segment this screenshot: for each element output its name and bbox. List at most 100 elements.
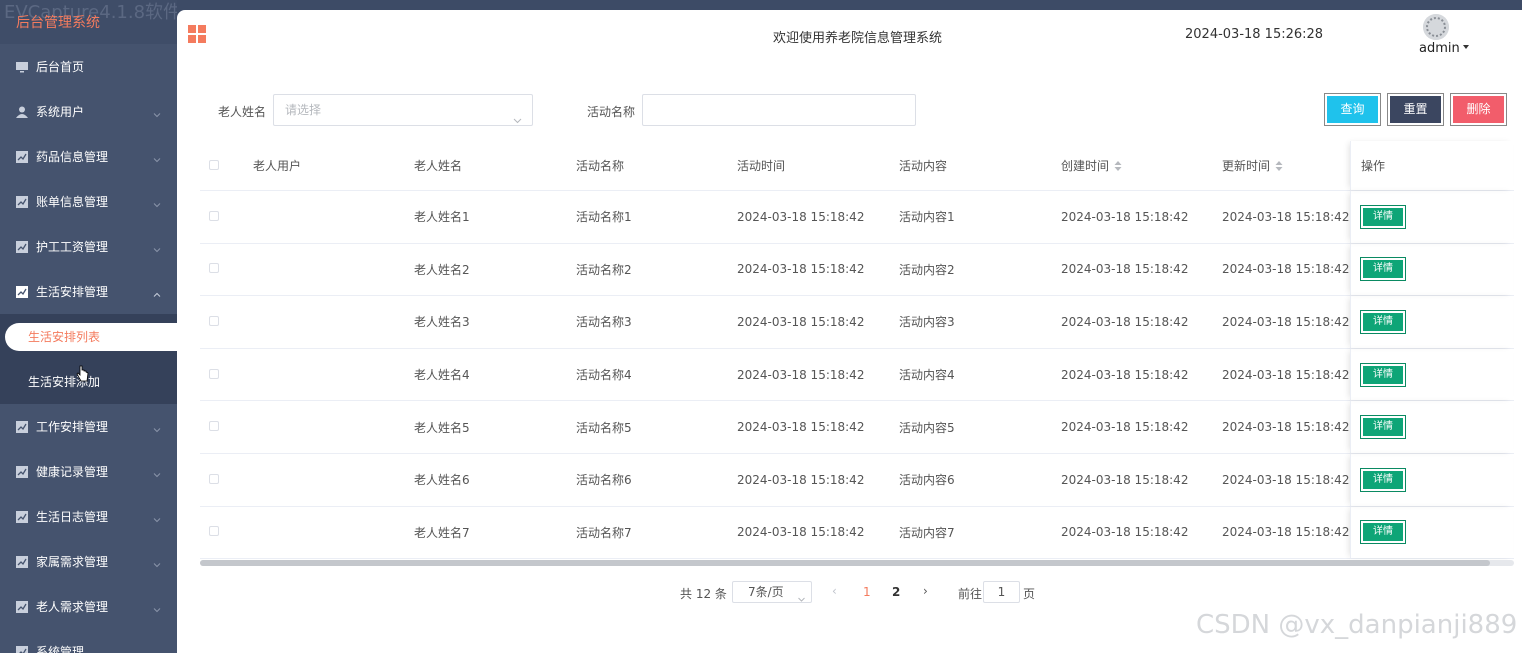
cell-activity-time: 2024-03-18 15:18:42 [737, 420, 865, 435]
header-label: 创建时间 [1061, 159, 1110, 173]
elder-name-select[interactable]: 请选择 [273, 94, 533, 126]
detail-button[interactable]: 详情 [1361, 310, 1405, 333]
detail-button[interactable]: 详情 [1361, 363, 1405, 386]
cell-created-time: 2024-03-18 15:18:42 [1061, 314, 1189, 329]
sidebar-item-family-needs[interactable]: 家属需求管理 [0, 539, 177, 584]
goto-page-input[interactable]: 1 [983, 581, 1020, 603]
cell-activity-content: 活动内容2 [899, 262, 955, 277]
detail-button[interactable]: 详情 [1361, 468, 1405, 491]
sidebar-item-elder-needs[interactable]: 老人需求管理 [0, 584, 177, 629]
cell-operations: 详情 [1350, 191, 1513, 243]
table-row: 老人姓名5 活动名称5 2024-03-18 15:18:42 活动内容5 2024-0… [200, 401, 1514, 454]
page-2-button[interactable]: 2 [892, 585, 900, 599]
chart-icon [16, 600, 28, 613]
cell-activity-time: 2024-03-18 15:18:42 [737, 209, 865, 224]
sidebar-item-life-arrangement[interactable]: 生活安排管理 [0, 269, 177, 314]
cell-updated-time: 2024-03-18 15:18:42 [1222, 367, 1350, 382]
cell-updated-time: 2024-03-18 15:18:42 [1222, 420, 1350, 435]
chevron-down-icon [153, 153, 161, 162]
row-checkbox[interactable] [200, 473, 253, 487]
cell-elder-name: 老人姓名1 [414, 210, 470, 225]
prev-page-button[interactable]: ‹ [832, 584, 837, 598]
sort-icon [1114, 161, 1122, 171]
chevron-down-icon [153, 468, 161, 477]
cell-created-time: 2024-03-18 15:18:42 [1061, 262, 1189, 277]
elder-name-label: 老人姓名 [218, 105, 267, 119]
row-checkbox[interactable] [200, 315, 253, 329]
detail-button[interactable]: 详情 [1361, 258, 1405, 281]
main-panel: 欢迎使用养老院信息管理系统 2024-03-18 15:26:28 admin … [177, 10, 1522, 653]
activity-name-input[interactable] [642, 94, 916, 126]
detail-button[interactable]: 详情 [1361, 205, 1405, 228]
header-activity-time: 活动时间 [737, 159, 786, 173]
cell-updated-time: 2024-03-18 15:18:42 [1222, 262, 1350, 277]
header-label: 操作 [1361, 159, 1386, 173]
sidebar-item-work-arrangement[interactable]: 工作安排管理 [0, 404, 177, 449]
cell-created-time: 2024-03-18 15:18:42 [1061, 367, 1189, 382]
header-updated-time[interactable]: 更新时间 [1222, 157, 1350, 174]
next-page-button[interactable]: › [923, 584, 928, 598]
sidebar-item-system-users[interactable]: 系统用户 [0, 89, 177, 134]
page-size-select[interactable]: 7条/页 [732, 581, 812, 603]
cell-activity-content: 活动内容1 [899, 210, 955, 225]
sidebar-item-life-logs[interactable]: 生活日志管理 [0, 494, 177, 539]
row-checkbox[interactable] [200, 368, 253, 382]
cell-activity-name: 活动名称6 [576, 473, 632, 488]
sidebar-item-health-records[interactable]: 健康记录管理 [0, 449, 177, 494]
user-menu[interactable]: admin [1419, 41, 1469, 56]
chevron-down-icon [153, 423, 161, 432]
detail-button[interactable]: 详情 [1361, 521, 1405, 544]
cell-operations: 详情 [1350, 296, 1513, 348]
search-bar: 老人姓名 请选择 活动名称 查询 重置 删除 [177, 94, 1522, 126]
sidebar-item-medicine[interactable]: 药品信息管理 [0, 134, 177, 179]
cell-activity-name: 活动名称3 [576, 315, 632, 330]
submenu-item-list[interactable]: 生活安排列表 [5, 322, 177, 351]
cell-activity-name: 活动名称4 [576, 368, 632, 383]
cell-activity-name: 活动名称5 [576, 420, 632, 435]
sidebar-item-wages[interactable]: 护工工资管理 [0, 224, 177, 269]
header-created-time[interactable]: 创建时间 [1061, 157, 1222, 174]
chevron-down-icon [513, 106, 522, 124]
reset-button[interactable]: 重置 [1388, 94, 1443, 125]
sidebar-item-bills[interactable]: 账单信息管理 [0, 179, 177, 224]
chevron-down-icon [153, 108, 161, 117]
detail-button[interactable]: 详情 [1361, 416, 1405, 439]
cell-activity-time: 2024-03-18 15:18:42 [737, 525, 865, 540]
header-operations: 操作 [1350, 141, 1513, 190]
cell-elder-name: 老人姓名4 [414, 368, 470, 383]
row-checkbox[interactable] [200, 210, 253, 224]
sidebar-item-home[interactable]: 后台首页 [0, 44, 177, 89]
cell-activity-content: 活动内容5 [899, 420, 955, 435]
sidebar-item-label: 药品信息管理 [36, 150, 109, 164]
goto-label: 前往 [958, 587, 983, 601]
select-all-checkbox[interactable] [200, 159, 253, 173]
query-button[interactable]: 查询 [1325, 94, 1380, 125]
table-body: 老人姓名1 活动名称1 2024-03-18 15:18:42 活动内容1 2024-0… [200, 191, 1514, 560]
table-row: 老人姓名4 活动名称4 2024-03-18 15:18:42 活动内容4 2024-0… [200, 348, 1514, 402]
delete-button[interactable]: 删除 [1451, 94, 1506, 125]
scrollbar-thumb[interactable] [200, 560, 1490, 566]
cell-activity-content: 活动内容4 [899, 368, 955, 383]
table-row: 老人姓名7 活动名称7 2024-03-18 15:18:42 活动内容7 2024-0… [200, 506, 1514, 560]
submenu-item-add[interactable]: 生活安排添加 [0, 359, 177, 404]
chevron-down-icon [153, 558, 161, 567]
cell-activity-content: 活动内容3 [899, 315, 955, 330]
row-checkbox[interactable] [200, 262, 253, 276]
cell-activity-name: 活动名称7 [576, 525, 632, 540]
select-placeholder: 请选择 [285, 103, 322, 117]
cell-elder-name: 老人姓名5 [414, 420, 470, 435]
cell-activity-time: 2024-03-18 15:18:42 [737, 262, 865, 277]
horizontal-scrollbar[interactable] [200, 560, 1514, 566]
avatar[interactable] [1423, 14, 1449, 40]
table-row: 老人姓名2 活动名称2 2024-03-18 15:18:42 活动内容2 2024-0… [200, 243, 1514, 297]
row-checkbox[interactable] [200, 525, 253, 539]
cell-operations: 详情 [1350, 506, 1513, 559]
page-unit-label: 页 [1023, 587, 1036, 601]
sidebar-item-system-management[interactable]: 系统管理 [0, 629, 177, 653]
table-row: 老人姓名1 活动名称1 2024-03-18 15:18:42 活动内容1 2024-0… [200, 191, 1514, 244]
cell-operations: 详情 [1350, 348, 1513, 401]
row-checkbox[interactable] [200, 420, 253, 434]
page-1-button[interactable]: 1 [863, 585, 871, 599]
menu-toggle-icon[interactable] [188, 25, 206, 43]
cell-activity-name: 活动名称1 [576, 210, 632, 225]
